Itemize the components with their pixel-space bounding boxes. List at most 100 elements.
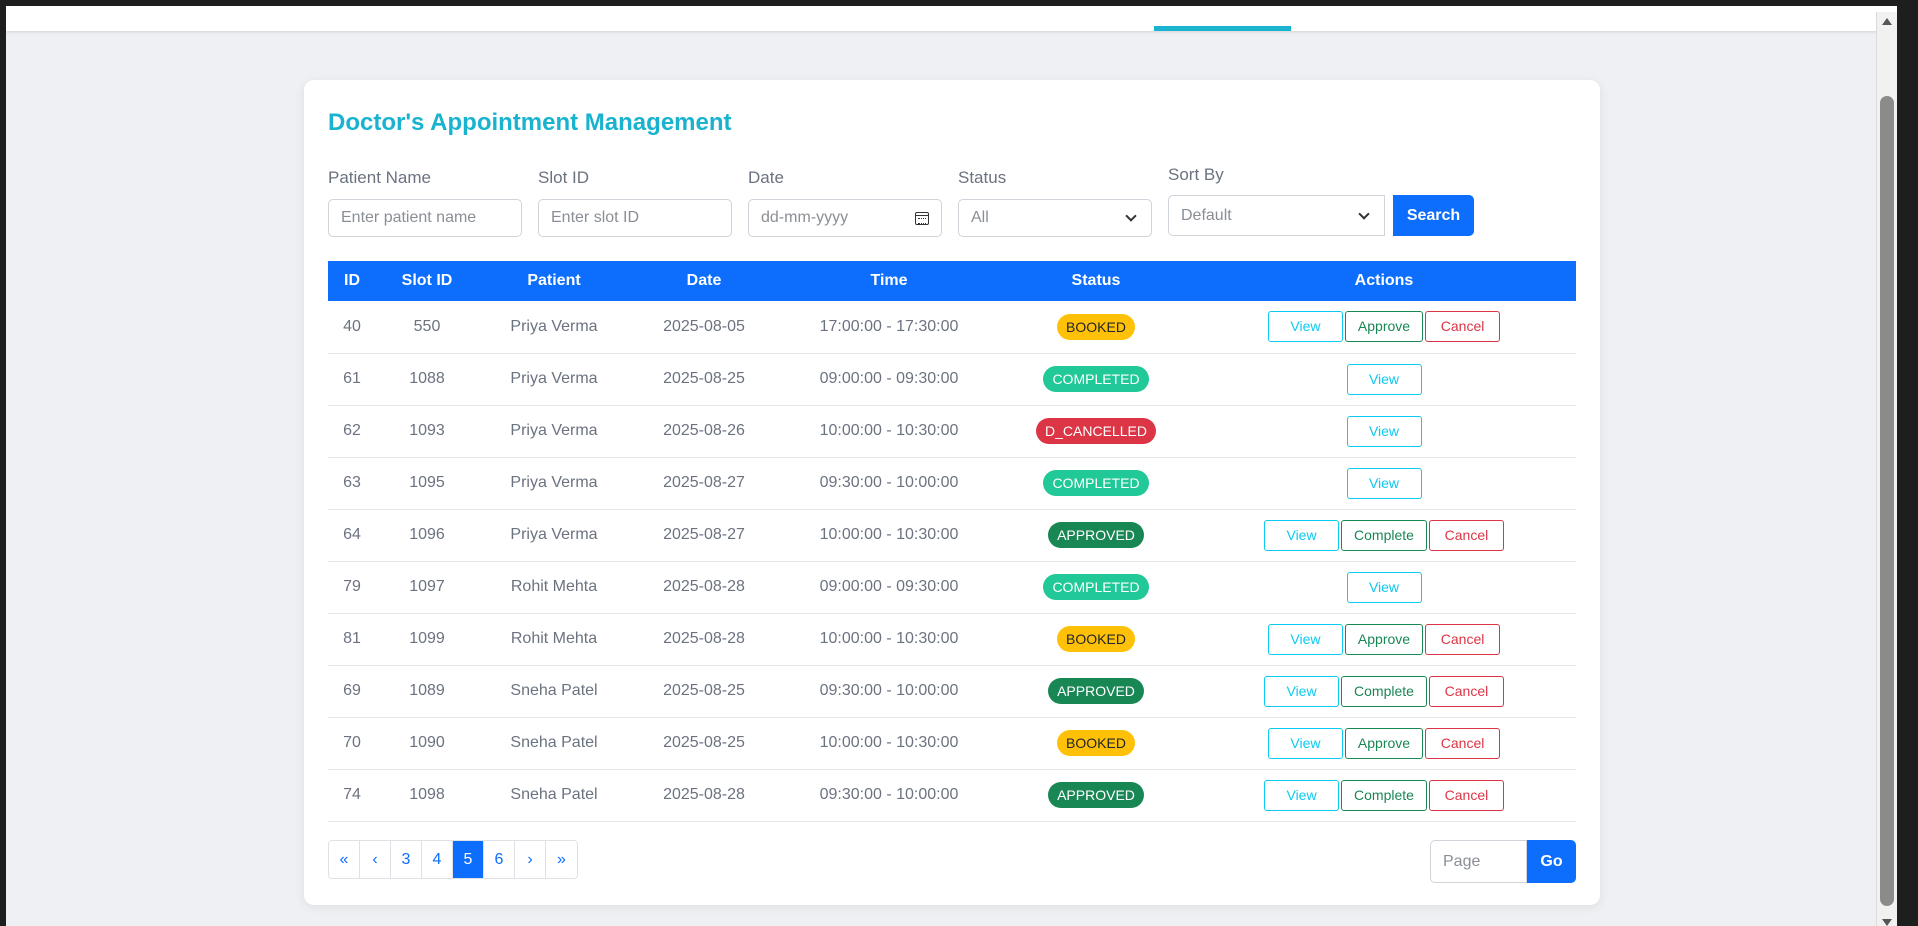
status-badge: APPROVED — [1048, 782, 1144, 808]
cell-date: 2025-08-28 — [630, 613, 778, 666]
cell-patient: Rohit Mehta — [478, 561, 630, 614]
status-badge: D_CANCELLED — [1036, 418, 1156, 444]
cell-date: 2025-08-25 — [630, 665, 778, 718]
cell-actions: View Complete Cancel — [1192, 509, 1576, 562]
cell-patient: Sneha Patel — [478, 665, 630, 718]
page-3-button[interactable]: 3 — [391, 841, 422, 878]
table-row: 70 1090 Sneha Patel 2025-08-25 10:00:00 - 10… — [328, 717, 1576, 770]
approve-button[interactable]: Approve — [1344, 623, 1424, 655]
table-row: 62 1093 Priya Verma 2025-08-26 10:00:00 - 10… — [328, 405, 1576, 458]
status-select[interactable]: All — [958, 199, 1152, 237]
cancel-button[interactable]: Cancel — [1428, 519, 1504, 551]
table-row: 40 550 Priya Verma 2025-08-05 17:00:00 - 17:… — [328, 301, 1576, 354]
scroll-down-arrow-icon[interactable] — [1882, 919, 1892, 926]
cell-date: 2025-08-27 — [630, 457, 778, 510]
table-row: 79 1097 Rohit Mehta 2025-08-28 09:00:00 - 09… — [328, 561, 1576, 614]
page-5-button[interactable]: 5 — [453, 841, 484, 878]
table-row: 74 1098 Sneha Patel 2025-08-28 09:30:00 - 10… — [328, 769, 1576, 822]
status-badge: BOOKED — [1057, 626, 1135, 652]
table-row: 81 1099 Rohit Mehta 2025-08-28 10:00:00 - 10… — [328, 613, 1576, 666]
view-button[interactable]: View — [1346, 415, 1422, 447]
page-title: Doctor's Appointment Management — [328, 109, 732, 136]
status-label: Status — [958, 168, 1007, 187]
cell-id: 74 — [328, 769, 376, 822]
appointment-card: Doctor's Appointment Management Patient … — [304, 80, 1600, 905]
cell-slot-id: 1089 — [376, 665, 478, 718]
view-button[interactable]: View — [1267, 727, 1343, 759]
date-placeholder: dd-mm-yyyy — [761, 209, 849, 226]
cell-actions: View Complete Cancel — [1192, 665, 1576, 718]
cell-id: 40 — [328, 301, 376, 354]
sort-by-label: Sort By — [1168, 165, 1224, 184]
patient-name-input[interactable] — [328, 199, 522, 237]
col-header-date: Date — [686, 272, 722, 289]
approve-button[interactable]: Approve — [1344, 727, 1424, 759]
cell-date: 2025-08-05 — [630, 301, 778, 354]
sort-by-select[interactable]: Default — [1168, 195, 1385, 236]
complete-button[interactable]: Complete — [1341, 519, 1427, 551]
view-button[interactable]: View — [1267, 311, 1343, 343]
page-4-button[interactable]: 4 — [422, 841, 453, 878]
col-header-slot-id: Slot ID — [401, 272, 453, 289]
view-button[interactable]: View — [1264, 519, 1340, 551]
table-row: 61 1088 Priya Verma 2025-08-25 09:00:00 - 09… — [328, 353, 1576, 406]
cell-status: COMPLETED — [1000, 353, 1192, 406]
table-row: 63 1095 Priya Verma 2025-08-27 09:30:00 - 10… — [328, 457, 1576, 510]
cancel-button[interactable]: Cancel — [1425, 311, 1501, 343]
cell-date: 2025-08-27 — [630, 509, 778, 562]
cell-status: COMPLETED — [1000, 561, 1192, 614]
view-button[interactable]: View — [1267, 623, 1343, 655]
scroll-up-arrow-icon[interactable] — [1882, 18, 1892, 25]
view-button[interactable]: View — [1346, 363, 1422, 395]
slot-id-input[interactable] — [538, 199, 732, 237]
cell-status: APPROVED — [1000, 665, 1192, 718]
prev-page-button[interactable]: ‹ — [360, 841, 391, 878]
cell-slot-id: 1097 — [376, 561, 478, 614]
chevron-down-icon — [1125, 210, 1137, 222]
pagination: «‹ 3 4 5 6 ›» — [328, 840, 578, 879]
cell-patient: Priya Verma — [478, 457, 630, 510]
cell-id: 63 — [328, 457, 376, 510]
approve-button[interactable]: Approve — [1344, 311, 1424, 343]
view-button[interactable]: View — [1346, 571, 1422, 603]
view-button[interactable]: View — [1264, 675, 1340, 707]
cell-status: BOOKED — [1000, 717, 1192, 770]
cell-id: 70 — [328, 717, 376, 770]
cancel-button[interactable]: Cancel — [1425, 623, 1501, 655]
page-scrollbar[interactable] — [1876, 12, 1897, 926]
cell-time: 09:00:00 - 09:30:00 — [778, 561, 1000, 614]
date-label: Date — [748, 168, 784, 187]
first-page-button[interactable]: « — [329, 841, 360, 878]
cell-id: 61 — [328, 353, 376, 406]
date-input[interactable]: dd-mm-yyyy — [748, 199, 942, 237]
cancel-button[interactable]: Cancel — [1428, 675, 1504, 707]
go-button[interactable]: Go — [1527, 840, 1576, 883]
last-page-button[interactable]: » — [546, 841, 577, 878]
cell-slot-id: 1090 — [376, 717, 478, 770]
page-number-input[interactable] — [1430, 840, 1527, 883]
search-button[interactable]: Search — [1393, 195, 1474, 236]
cell-patient: Rohit Mehta — [478, 613, 630, 666]
complete-button[interactable]: Complete — [1341, 675, 1427, 707]
cell-date: 2025-08-25 — [630, 353, 778, 406]
cell-status: BOOKED — [1000, 613, 1192, 666]
cell-slot-id: 1088 — [376, 353, 478, 406]
view-button[interactable]: View — [1346, 467, 1422, 499]
cell-id: 69 — [328, 665, 376, 718]
cancel-button[interactable]: Cancel — [1425, 727, 1501, 759]
status-badge: BOOKED — [1057, 313, 1135, 340]
scroll-thumb[interactable] — [1880, 96, 1894, 906]
view-button[interactable]: View — [1264, 779, 1340, 811]
status-badge: COMPLETED — [1043, 366, 1149, 392]
cell-actions: View Approve Cancel — [1192, 301, 1576, 354]
complete-button[interactable]: Complete — [1341, 779, 1427, 811]
cancel-button[interactable]: Cancel — [1428, 779, 1504, 811]
cell-date: 2025-08-25 — [630, 717, 778, 770]
table-row: 64 1096 Priya Verma 2025-08-27 10:00:00 - 10… — [328, 509, 1576, 562]
next-page-button[interactable]: › — [515, 841, 546, 878]
cell-status: APPROVED — [1000, 769, 1192, 822]
calendar-icon[interactable] — [915, 211, 929, 225]
table-header-row: ID Slot ID Patient Date Time Status Acti… — [328, 261, 1576, 301]
top-navbar — [6, 6, 1897, 31]
page-6-button[interactable]: 6 — [484, 841, 515, 878]
